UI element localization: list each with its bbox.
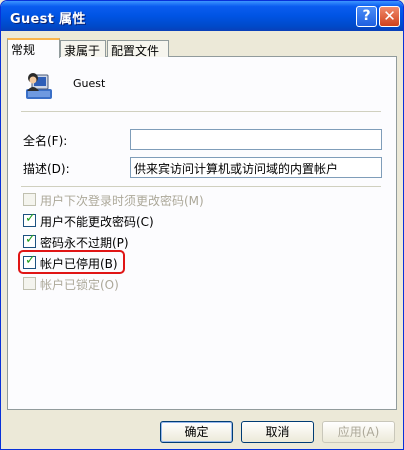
checkmark-icon: ✓ xyxy=(25,211,36,226)
checkbox-label: 帐户已锁定(O) xyxy=(40,278,119,292)
user-avatar-icon xyxy=(23,69,55,101)
tab-member-of[interactable]: 隶属于 xyxy=(60,40,106,58)
checkbox-box[interactable] xyxy=(23,193,36,206)
description-label: 描述(D): xyxy=(23,162,70,176)
cancel-button[interactable]: 取消 xyxy=(241,421,314,443)
checkbox-box[interactable]: ✓ xyxy=(23,253,36,269)
checkbox-label: 用户不能更改密码(C) xyxy=(40,215,154,229)
tab-general[interactable]: 常规 xyxy=(7,38,60,58)
checkbox-box[interactable]: ✓ xyxy=(23,232,36,248)
checkbox-box[interactable] xyxy=(23,277,36,290)
help-button[interactable]: ? xyxy=(356,6,377,27)
description-input[interactable]: 供来宾访问计算机或访问域的内置帐户 xyxy=(130,157,382,178)
close-button[interactable]: ✕ xyxy=(379,6,400,27)
tab-panel-general xyxy=(7,56,397,410)
fullname-label: 全名(F): xyxy=(23,134,68,148)
checkbox-box[interactable]: ✓ xyxy=(23,211,36,227)
user-name: Guest xyxy=(73,77,106,90)
tab-profile[interactable]: 配置文件 xyxy=(107,40,169,58)
apply-button[interactable]: 应用(A) xyxy=(322,421,395,443)
checkbox-label: 密码永不过期(P) xyxy=(40,236,129,250)
fullname-input[interactable] xyxy=(130,129,382,150)
ok-button[interactable]: 确定 xyxy=(160,421,233,443)
checkmark-icon: ✓ xyxy=(25,232,36,247)
checkbox-label: 用户下次登录时须更改密码(M) xyxy=(40,194,204,208)
window-title: Guest 属性 xyxy=(10,12,86,27)
title-bar[interactable]: Guest 属性 ? ✕ xyxy=(1,1,403,31)
properties-dialog: Guest 属性 ? ✕ 常规 隶属于 配置文件 Guest 全名(F): 描述… xyxy=(0,0,404,450)
checkbox-label: 帐户已停用(B) xyxy=(40,257,118,271)
divider xyxy=(21,111,381,112)
checkmark-icon: ✓ xyxy=(25,253,36,268)
divider xyxy=(21,186,381,187)
